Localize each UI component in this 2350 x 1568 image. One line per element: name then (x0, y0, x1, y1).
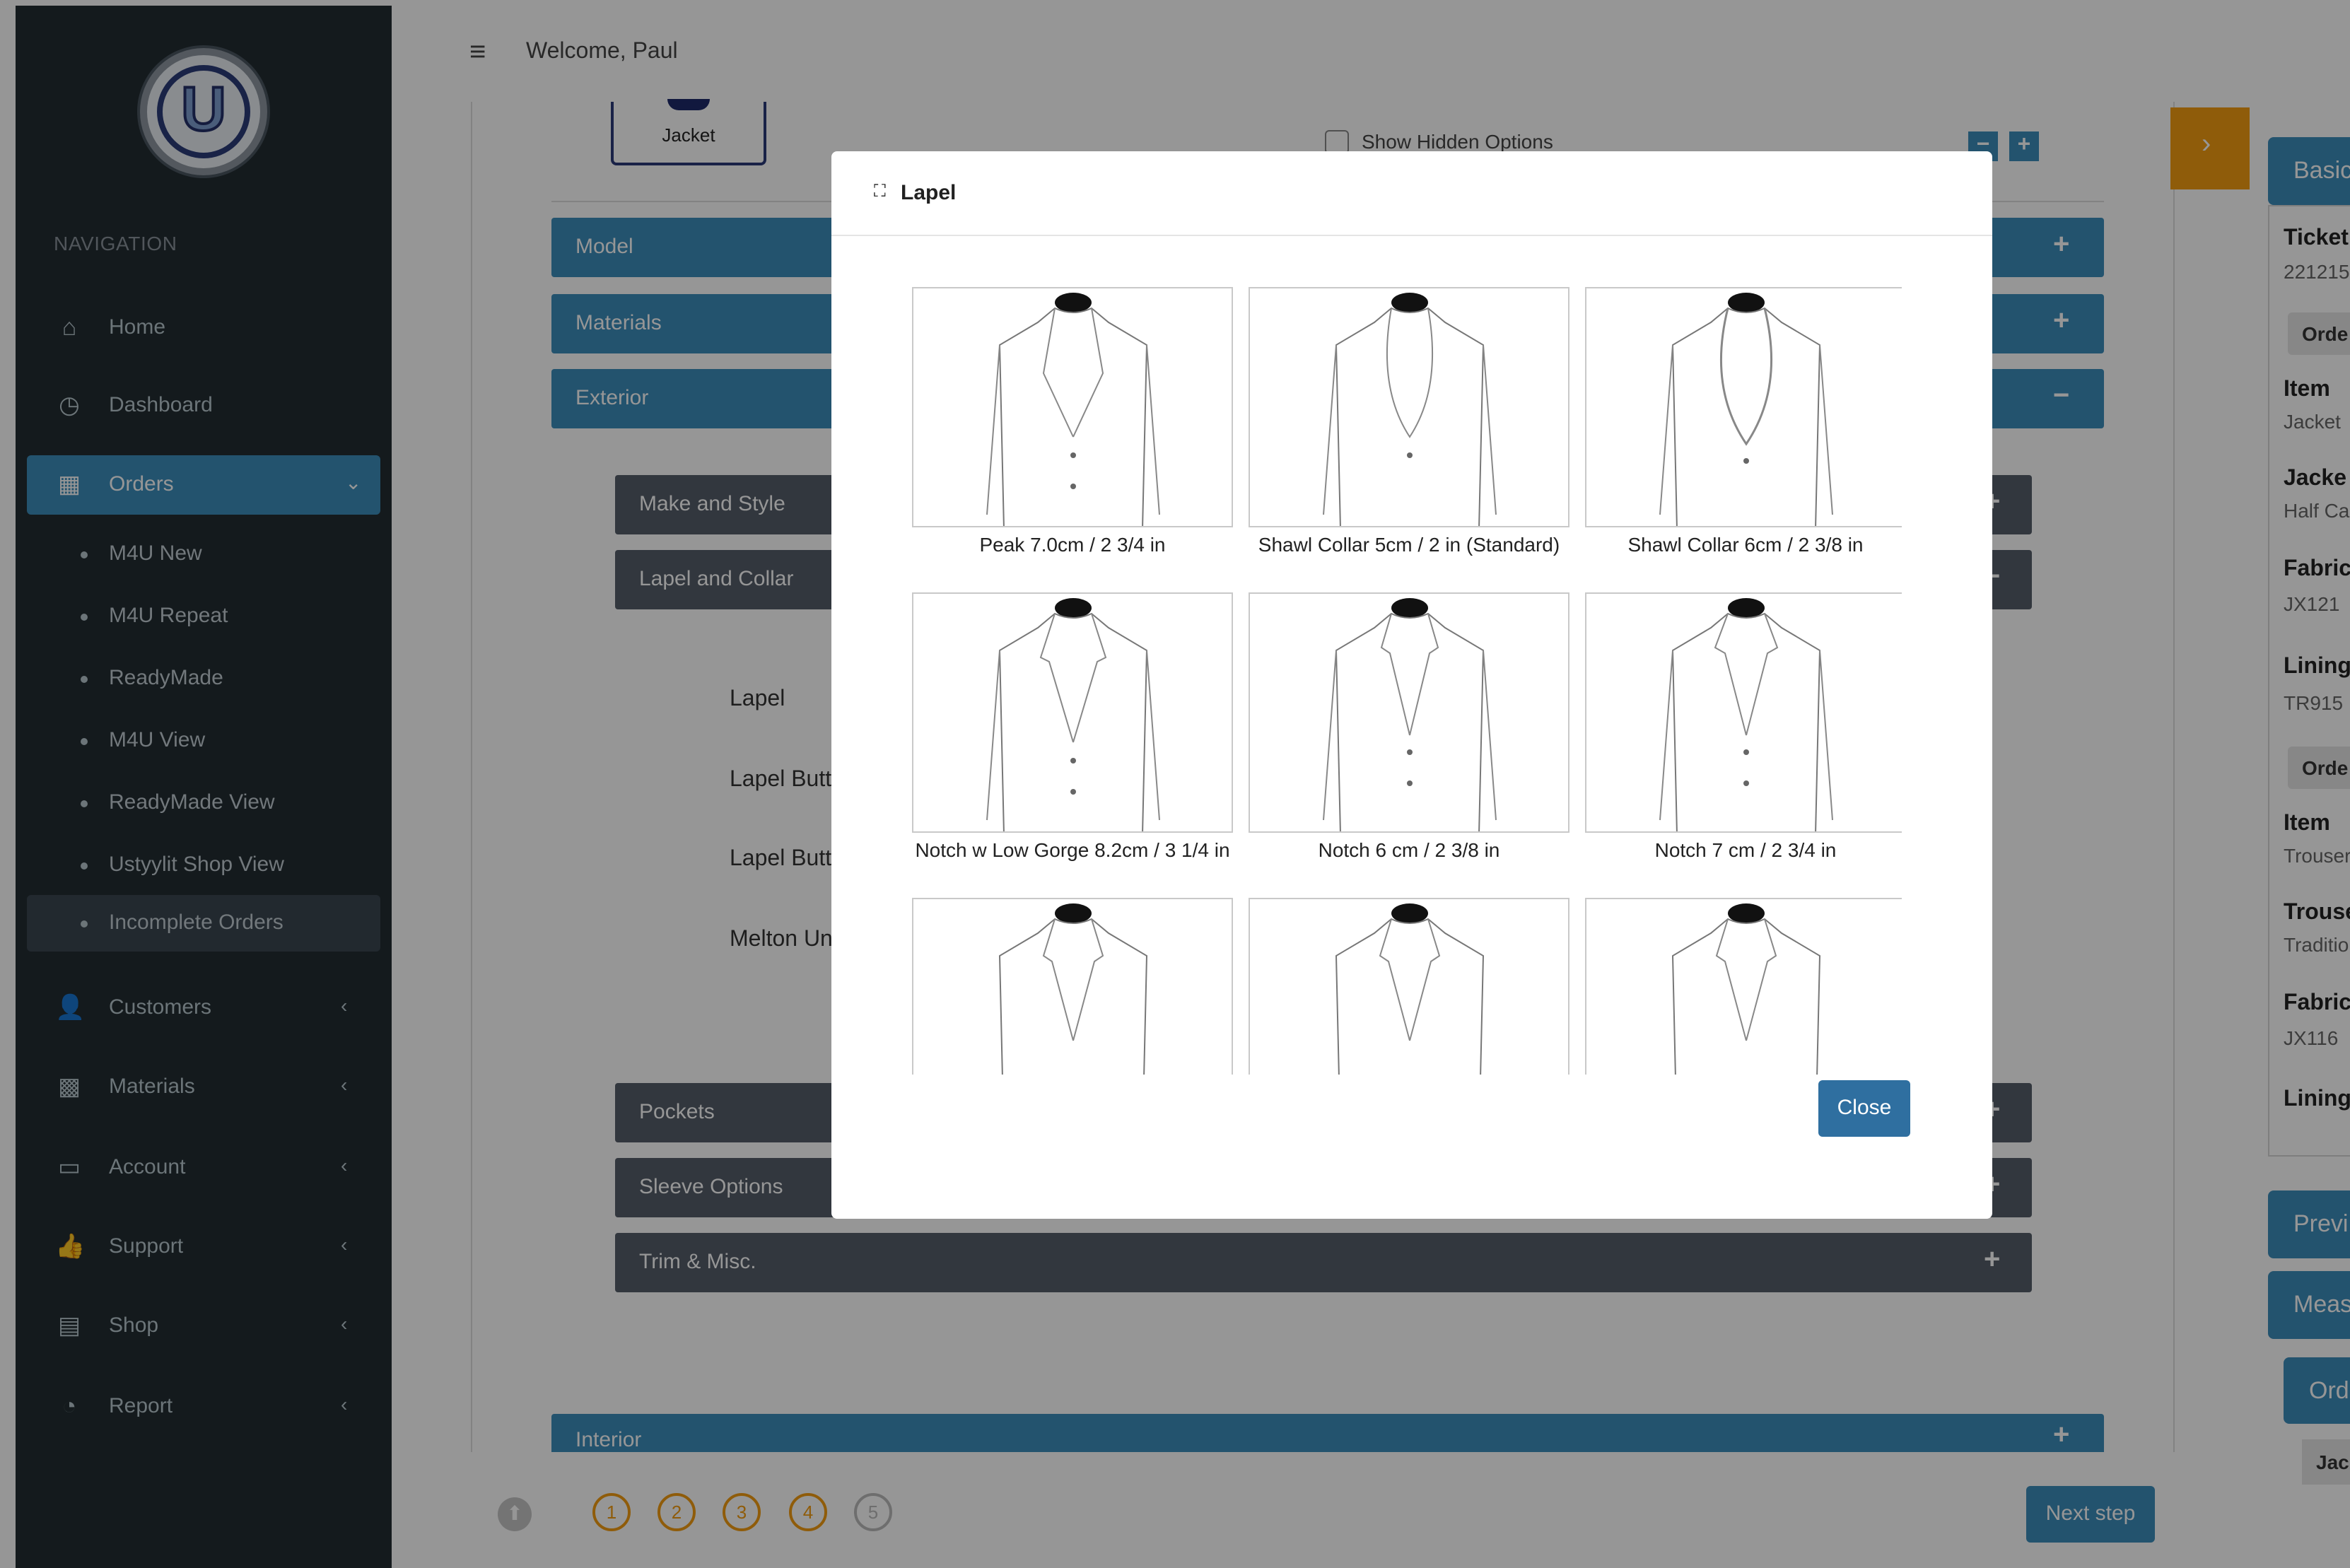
lapel-option-card[interactable] (912, 287, 1233, 527)
jacket-sketch-image (1323, 293, 1497, 526)
modal-header: ⛶ Lapel (831, 151, 1992, 236)
lapel-option-caption: Shawl Collar 5cm / 2 in (Standard) (1258, 533, 1560, 556)
lapel-option-caption: Notch w Low Gorge 8.2cm / 3 1/4 in (915, 838, 1230, 861)
lapel-option-card[interactable] (912, 898, 1233, 1075)
jacket-sketch-image (1335, 903, 1485, 1075)
lapel-modal: ⛶ Lapel Peak 7.0cm / 2 3/4 in Shawl Coll… (831, 151, 1992, 1219)
lapel-option-card[interactable] (1585, 592, 1902, 833)
jacket-sketch-image (1671, 903, 1821, 1075)
lapel-option-caption: Notch 7 cm / 2 3/4 in (1654, 838, 1837, 861)
lapel-option-card[interactable] (912, 592, 1233, 833)
jacket-sketch-image (1659, 293, 1833, 526)
lapel-option-card[interactable] (1585, 898, 1902, 1075)
jacket-sketch-image (986, 293, 1160, 526)
lapel-option-grid: Peak 7.0cm / 2 3/4 in Shawl Collar 5cm /… (912, 287, 1902, 1075)
lapel-option-card[interactable] (1585, 287, 1902, 527)
jacket-sketch-image (986, 598, 1160, 831)
lapel-option-card[interactable] (1249, 898, 1569, 1075)
lapel-option-card[interactable] (1249, 287, 1569, 527)
jacket-sketch-image (998, 903, 1148, 1075)
modal-title: Lapel (901, 181, 957, 205)
close-button[interactable]: Close (1818, 1080, 1910, 1137)
lapel-option-caption: Shawl Collar 6cm / 2 3/8 in (1627, 533, 1864, 556)
lapel-icon: ⛶ (874, 181, 886, 201)
lapel-option-caption: Notch 6 cm / 2 3/8 in (1318, 838, 1500, 861)
lapel-option-caption: Peak 7.0cm / 2 3/4 in (979, 533, 1166, 556)
lapel-option-card[interactable] (1249, 592, 1569, 833)
jacket-sketch-image (1323, 598, 1497, 831)
jacket-sketch-image (1659, 598, 1833, 831)
